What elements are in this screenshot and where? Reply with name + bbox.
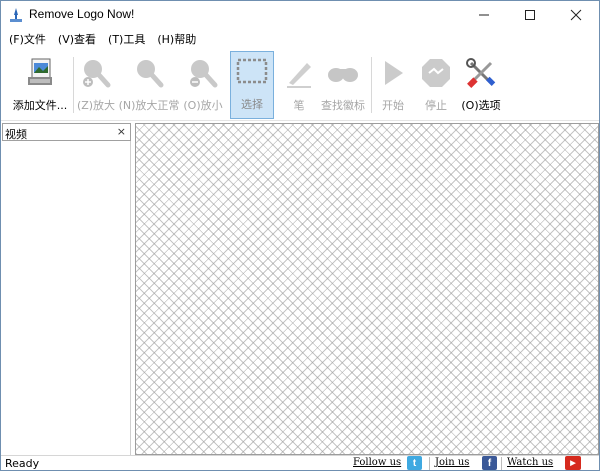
minimize-button[interactable]	[461, 1, 507, 29]
video-panel: 视频 ×	[2, 123, 131, 455]
menu-file[interactable]: (F)文件	[9, 31, 46, 47]
menu-help[interactable]: (H)帮助	[157, 31, 196, 47]
video-panel-title: 视频	[5, 128, 27, 141]
status-divider	[501, 457, 502, 470]
zoom-in-icon	[83, 60, 111, 88]
title-bar: Remove Logo Now!	[1, 1, 599, 29]
zoom-out-button[interactable]: (O)放小	[181, 53, 225, 119]
stop-button[interactable]: 停止	[417, 53, 455, 119]
play-icon	[385, 61, 403, 85]
stop-label: 停止	[425, 99, 447, 112]
start-button[interactable]: 开始	[375, 53, 411, 119]
find-logo-button[interactable]: 查找徽标	[319, 53, 367, 119]
status-text: Ready	[5, 457, 40, 470]
menu-tools[interactable]: (T)工具	[108, 31, 145, 47]
maximize-button[interactable]	[507, 1, 553, 29]
app-logo-icon	[10, 8, 22, 22]
youtube-icon[interactable]: ▶	[565, 456, 581, 470]
pen-button[interactable]: 笔	[281, 53, 317, 119]
join-us-link[interactable]: Join us	[435, 457, 469, 468]
follow-us-link[interactable]: Follow us	[353, 457, 401, 468]
select-label: 选择	[241, 98, 263, 111]
close-icon	[570, 9, 582, 21]
options-button[interactable]: (O)选项	[459, 53, 503, 119]
facebook-icon[interactable]: f	[482, 456, 497, 470]
binoculars-icon	[328, 68, 358, 82]
watch-us-link[interactable]: Watch us	[507, 457, 553, 468]
zoom-normal-button[interactable]: (N)放大正常	[119, 53, 179, 119]
minimize-icon	[479, 14, 489, 16]
add-file-icon	[28, 58, 52, 85]
select-button[interactable]: 选择	[230, 51, 274, 119]
add-file-button[interactable]: 添加文件...	[9, 53, 71, 119]
zoom-normal-icon	[137, 60, 164, 88]
toolbar: 添加文件... (Z)放大 (N)放大正常 (O)放小 选择 笔 查找徽标 开始…	[1, 49, 599, 121]
selection-rect-icon	[236, 58, 268, 84]
toolbar-separator	[73, 57, 74, 113]
start-label: 开始	[382, 99, 404, 112]
status-bar: Ready Follow us t Join us f Watch us ▶	[1, 455, 599, 471]
close-panel-icon[interactable]: ×	[117, 125, 126, 138]
window-title: Remove Logo Now!	[29, 7, 135, 21]
status-divider	[429, 457, 430, 470]
pen-label: 笔	[293, 99, 305, 112]
zoom-in-label: (Z)放大	[76, 99, 116, 112]
stop-icon	[422, 59, 450, 87]
preview-canvas[interactable]	[135, 123, 599, 455]
find-logo-label: 查找徽标	[321, 99, 365, 112]
maximize-icon	[525, 10, 535, 20]
close-button[interactable]	[553, 1, 599, 29]
zoom-out-icon	[190, 60, 218, 88]
app-window: Remove Logo Now! (F)文件 (V)查看 (T)工具 (H)帮助…	[0, 0, 600, 471]
zoom-in-button[interactable]: (Z)放大	[75, 53, 117, 119]
pen-icon	[287, 63, 311, 88]
tools-icon	[466, 58, 496, 88]
zoom-normal-label: (N)放大正常	[118, 99, 180, 112]
video-panel-header: 视频 ×	[2, 123, 131, 141]
menu-view[interactable]: (V)查看	[58, 31, 96, 47]
options-label: (O)选项	[461, 99, 501, 112]
add-file-label: 添加文件...	[12, 99, 68, 112]
toolbar-separator	[371, 57, 372, 113]
zoom-out-label: (O)放小	[183, 99, 223, 112]
menu-bar: (F)文件 (V)查看 (T)工具 (H)帮助	[1, 29, 599, 49]
twitter-icon[interactable]: t	[407, 456, 422, 470]
